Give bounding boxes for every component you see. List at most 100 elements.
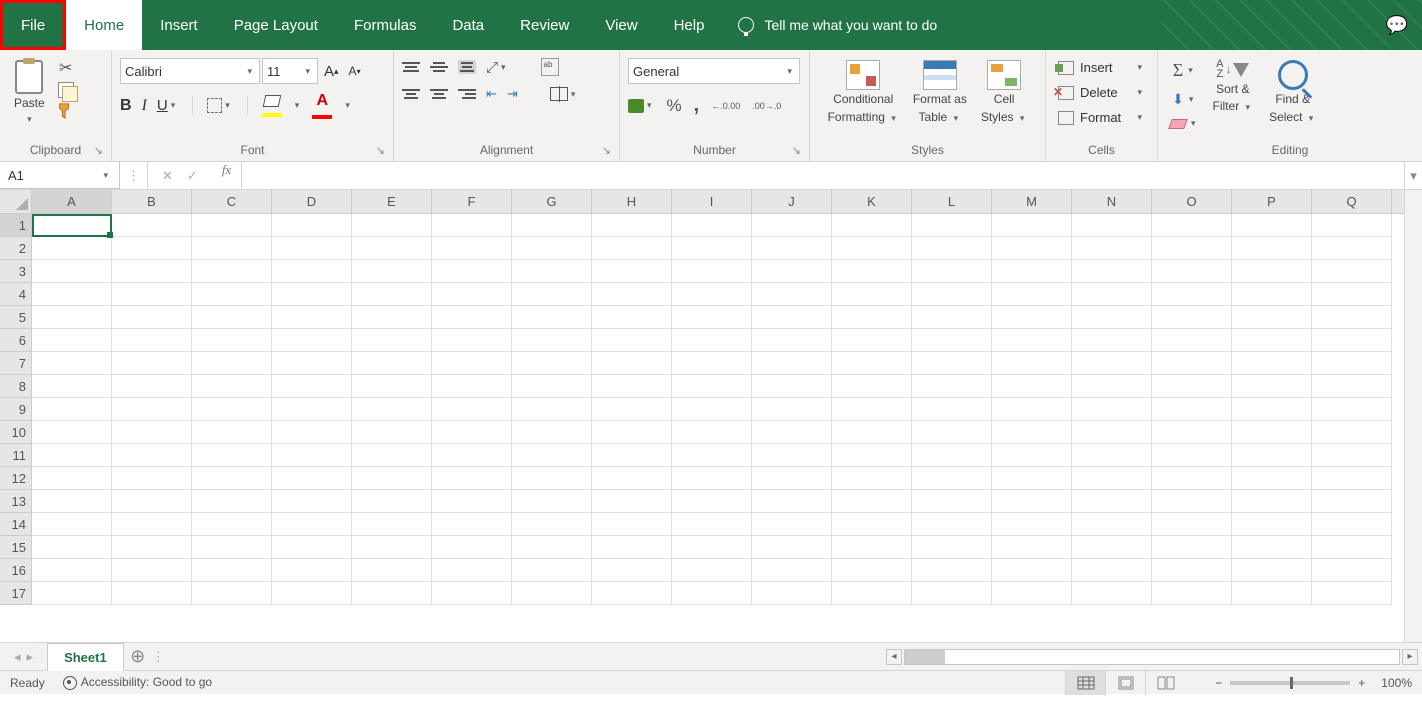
cell[interactable] [912,352,992,375]
cell[interactable] [1232,536,1312,559]
font-size-combo[interactable]: 11▾ [262,58,318,84]
cell[interactable] [432,398,512,421]
cell[interactable] [992,260,1072,283]
cell[interactable] [32,352,112,375]
cell[interactable] [512,467,592,490]
cell[interactable] [112,398,192,421]
cell[interactable] [352,283,432,306]
cell[interactable] [1232,237,1312,260]
cell[interactable] [432,237,512,260]
cell[interactable] [992,237,1072,260]
scroll-thumb[interactable] [905,650,945,664]
cell[interactable] [1152,536,1232,559]
cell[interactable] [752,444,832,467]
autosum-button[interactable]: Σ▾ [1166,58,1203,83]
cell[interactable] [1072,467,1152,490]
row-header[interactable]: 17 [0,582,32,605]
cell[interactable] [592,421,672,444]
row-header[interactable]: 8 [0,375,32,398]
cell[interactable] [512,329,592,352]
cell[interactable] [672,513,752,536]
cell[interactable] [912,398,992,421]
column-header[interactable]: K [832,190,912,213]
column-header[interactable]: P [1232,190,1312,213]
cell[interactable] [752,559,832,582]
cell[interactable] [1072,559,1152,582]
tab-view[interactable]: View [587,0,655,50]
underline-button[interactable]: U▾ [157,97,178,114]
format-cells-button[interactable]: Format▾ [1054,108,1149,127]
cell[interactable] [32,513,112,536]
cell[interactable] [512,237,592,260]
cell[interactable] [1232,260,1312,283]
cell[interactable] [192,306,272,329]
cell[interactable] [832,582,912,605]
column-header[interactable]: C [192,190,272,213]
cell[interactable] [192,421,272,444]
cell[interactable] [32,444,112,467]
sheet-nav-prev[interactable]: ◂ [14,649,21,665]
row-header[interactable]: 13 [0,490,32,513]
cell[interactable] [32,536,112,559]
cell[interactable] [752,329,832,352]
cell[interactable] [352,398,432,421]
cell[interactable] [912,421,992,444]
insert-cells-button[interactable]: Insert▾ [1054,58,1149,77]
cell[interactable] [32,214,112,237]
align-middle-button[interactable] [430,62,448,72]
cell[interactable] [752,306,832,329]
conditional-formatting-button[interactable]: Conditional Formatting ▾ [822,58,905,127]
cell[interactable] [1232,329,1312,352]
cell[interactable] [32,421,112,444]
cell[interactable] [112,467,192,490]
cell[interactable] [512,214,592,237]
cell[interactable] [352,260,432,283]
cell[interactable] [1072,329,1152,352]
cell[interactable] [512,444,592,467]
cell[interactable] [592,536,672,559]
cell[interactable] [592,444,672,467]
cell[interactable] [1152,513,1232,536]
cell[interactable] [672,582,752,605]
cell[interactable] [512,398,592,421]
cell[interactable] [352,582,432,605]
fill-button[interactable]: ⬇▾ [1166,89,1203,110]
cell[interactable] [672,237,752,260]
cell[interactable] [912,214,992,237]
select-all-corner[interactable] [0,190,32,214]
cell[interactable] [32,582,112,605]
cell[interactable] [992,467,1072,490]
row-header[interactable]: 6 [0,329,32,352]
cell[interactable] [1232,352,1312,375]
cell[interactable] [32,237,112,260]
column-header[interactable]: F [432,190,512,213]
cell[interactable] [1072,421,1152,444]
cell[interactable] [912,467,992,490]
cell[interactable] [1312,490,1392,513]
format-painter-button[interactable] [57,102,75,120]
cell[interactable] [912,329,992,352]
new-sheet-button[interactable]: ⊕ [124,643,152,671]
tab-page-layout[interactable]: Page Layout [216,0,336,50]
cell[interactable] [672,490,752,513]
increase-decimal-button[interactable]: ←.0.00 [711,100,740,112]
cell[interactable] [912,375,992,398]
cell[interactable] [1152,559,1232,582]
cell[interactable] [832,513,912,536]
cell[interactable] [992,490,1072,513]
column-header[interactable]: M [992,190,1072,213]
decrease-indent-button[interactable]: ⇤ [486,86,497,102]
cell[interactable] [752,582,832,605]
cell[interactable] [432,329,512,352]
increase-font-button[interactable]: A▴ [320,61,343,82]
find-select-button[interactable]: Find & Select ▾ [1263,58,1322,127]
cell[interactable] [752,260,832,283]
cell[interactable] [272,513,352,536]
cell[interactable] [832,352,912,375]
tab-review[interactable]: Review [502,0,587,50]
row-header[interactable]: 1 [0,214,32,237]
cell[interactable] [752,467,832,490]
vertical-scrollbar[interactable] [1404,190,1422,642]
cell[interactable] [352,352,432,375]
cell[interactable] [192,490,272,513]
